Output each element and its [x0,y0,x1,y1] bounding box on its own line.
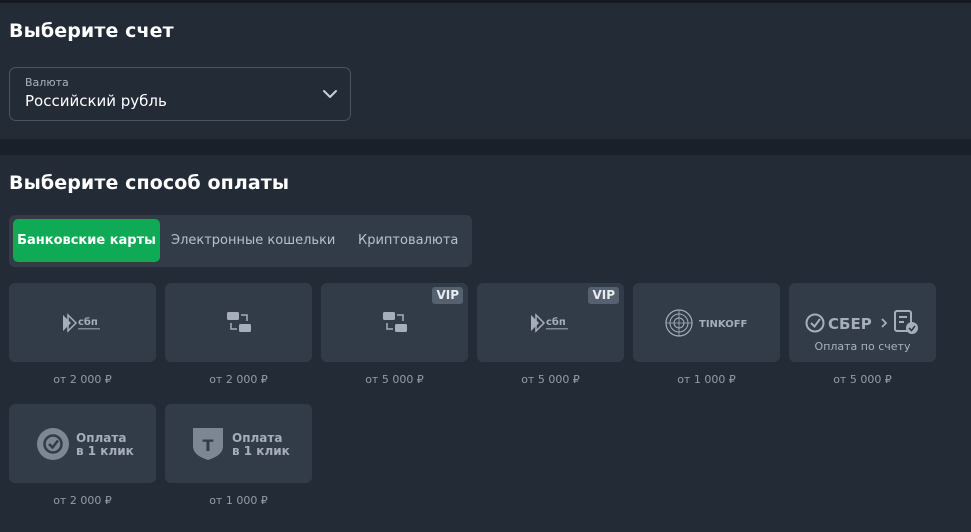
price-sbp: от 2 000 ₽ [53,373,112,386]
vip-badge: VIP [432,287,463,304]
payment-method-tinkoff-oneclick[interactable]: T Оплата в 1 клик [165,404,312,483]
price-transfer: от 2 000 ₽ [209,373,268,386]
oneclick-line1: Оплата [232,431,282,445]
sbp-logo-text: сбп [546,316,566,328]
oneclick-line2: в 1 клик [232,444,290,458]
currency-label: Валюта [25,76,69,89]
tinkoff-shield-icon: T Оплата в 1 клик [193,428,290,460]
oneclick-line2: в 1 клик [76,444,134,458]
sbp-logo-text: сбп [78,316,98,328]
price-sber-invoice: от 5 000 ₽ [833,373,892,386]
sber-checkmark-icon: Оплата в 1 клик [37,428,134,460]
bank-transfer-icon [227,312,251,332]
account-section: Выберите счет Валюта Российский рубль [0,3,971,139]
oneclick-line1: Оплата [76,431,126,445]
price-tinkoff: от 1 000 ₽ [677,373,736,386]
payment-method-sbp-vip[interactable]: сбп VIP [477,283,624,362]
payment-method-transfer[interactable] [165,283,312,362]
payment-method-sbp[interactable]: сбп [9,283,156,362]
tinkoff-logo-icon: TINKOFF [665,309,747,337]
price-sber-oneclick: от 2 000 ₽ [53,494,112,507]
payment-method-sber-invoice[interactable]: СБЕР Оплата по счету [789,283,936,362]
tab-crypto[interactable]: Криптовалюта [358,219,458,262]
sber-invoice-subtitle: Оплата по счету [814,340,911,353]
tinkoff-logo-text: TINKOFF [699,319,747,330]
payment-section: Выберите способ оплаты Банковские карты … [0,155,971,532]
payment-heading: Выберите способ оплаты [9,172,290,194]
sber-logo-text: СБЕР [828,315,872,333]
payment-method-tinkoff[interactable]: TINKOFF [633,283,780,362]
vip-badge: VIP [588,287,619,304]
payment-tabs: Банковские карты Электронные кошельки Кр… [9,215,472,267]
tab-bank-cards[interactable]: Банковские карты [13,219,160,262]
price-transfer-vip: от 5 000 ₽ [365,373,424,386]
payment-method-sber-oneclick[interactable]: Оплата в 1 клик [9,404,156,483]
currency-select[interactable]: Валюта Российский рубль [9,67,351,121]
payment-method-transfer-vip[interactable]: VIP [321,283,468,362]
chevron-down-icon [323,90,337,98]
price-sbp-vip: от 5 000 ₽ [521,373,580,386]
tab-e-wallets[interactable]: Электронные кошельки [171,219,335,262]
currency-value: Российский рубль [25,92,167,110]
price-tinkoff-oneclick: от 1 000 ₽ [209,494,268,507]
sbp-logo-icon: сбп [63,313,100,333]
account-heading: Выберите счет [9,20,174,42]
shield-letter: T [203,436,214,455]
